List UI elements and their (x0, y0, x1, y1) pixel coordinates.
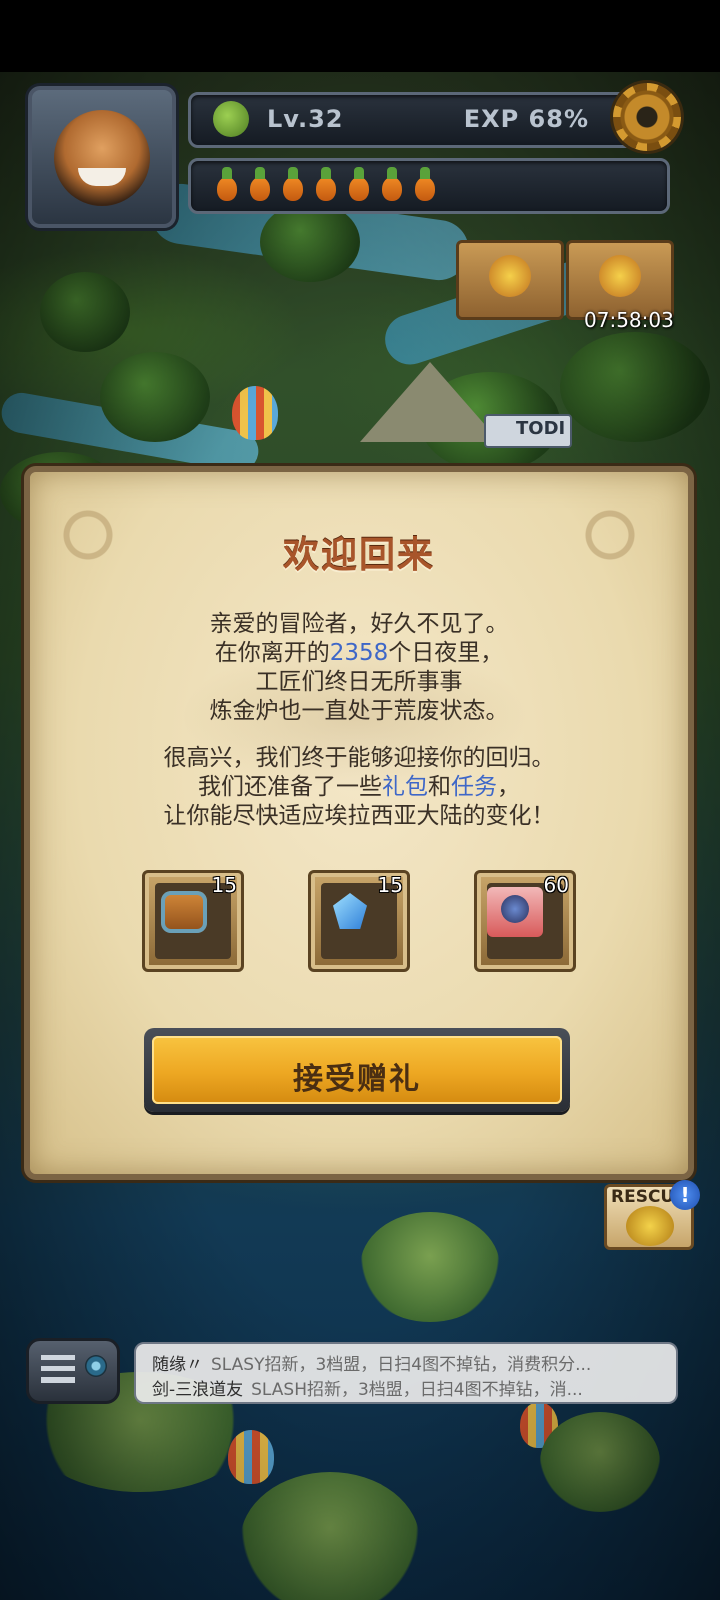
dialog-title: 欢迎回来 (282, 535, 435, 576)
gift-count: 15 (211, 873, 237, 897)
event-timer: 07:58:03 (584, 308, 674, 332)
welcome-back-dialog: 欢迎回来 亲爱的冒险者，好久不见了。 在你离开的2358个日夜里， 工匠们终日无… (24, 466, 694, 1180)
chat-menu-button[interactable] (26, 1338, 120, 1404)
rescue-mascot-icon (626, 1206, 674, 1246)
gift-pack-highlight: 礼包 (382, 774, 428, 800)
task-highlight: 任务 (451, 774, 497, 800)
carrot-icon (411, 167, 439, 201)
message-text: ， (497, 774, 520, 800)
leaf-icon (213, 101, 249, 137)
rescue-label: RESCU (611, 1187, 675, 1207)
todo-label: TODI (516, 418, 566, 439)
message-line: 炼金炉也一直处于荒废状态。 (209, 698, 509, 724)
gift-item-puzzle[interactable]: 60 (474, 870, 576, 972)
message-text: 在你离开的 (214, 640, 330, 666)
message-line: 让你能尽快适应埃拉西亚大陆的变化！ (163, 803, 555, 829)
accept-gift-button[interactable]: 接受赠礼 (144, 1028, 570, 1112)
chat-bubble-icon (85, 1355, 107, 1377)
level-exp-bar: Lv.32 EXP 68% (188, 83, 681, 151)
message-line: 工匠们终日无所事事 (255, 669, 463, 695)
chat-text: SLASY招新，3档盟，日扫4图不掉钻，消费积分... (211, 1355, 592, 1375)
alert-icon: ! (670, 1180, 700, 1210)
backpack-icon (161, 891, 207, 933)
message-line: 我们还准备了一些礼包和任务， (30, 773, 688, 802)
chat-preview-panel[interactable]: 随缘〃 SLASY招新，3档盟，日扫4图不掉钻，消费积分... 剑-三浪道友 SLA… (134, 1342, 678, 1404)
menu-lines-icon (41, 1355, 75, 1383)
treasure-chest-icon (599, 255, 641, 297)
welcome-message-paragraph-1: 亲爱的冒险者，好久不见了。 在你离开的2358个日夜里， 工匠们终日无所事事 炼… (30, 610, 688, 726)
stamina-carrots (213, 167, 439, 201)
player-level: Lv.32 (267, 105, 344, 133)
chat-sender: 随缘〃 (152, 1355, 203, 1375)
message-text: 和 (428, 774, 451, 800)
player-avatar[interactable] (28, 86, 176, 228)
carrot-icon (378, 167, 406, 201)
welcome-message-paragraph-2: 很高兴，我们终于能够迎接你的回归。 我们还准备了一些礼包和任务， 让你能尽快适应… (30, 744, 688, 831)
chat-message: 随缘〃 SLASY招新，3档盟，日扫4图不掉钻，消费积分... (152, 1350, 591, 1375)
event-board-left[interactable] (456, 240, 564, 320)
carrot-icon (312, 167, 340, 201)
todo-sign[interactable]: TODI (484, 414, 572, 448)
exp-percent: EXP 68% (463, 105, 589, 133)
settings-gear-icon[interactable] (613, 83, 681, 151)
accept-button-label: 接受赠礼 (293, 1062, 421, 1097)
message-line: 亲爱的冒险者，好久不见了。 (209, 611, 509, 637)
gift-item-crystal[interactable]: 15 (308, 870, 410, 972)
chat-sender: 剑-三浪道友 (152, 1380, 244, 1400)
message-text: 我们还准备了一些 (198, 774, 382, 800)
puzzle-piece-icon (487, 887, 543, 937)
accept-button-face: 接受赠礼 (152, 1036, 562, 1104)
days-away-count: 2358 (329, 640, 389, 666)
carrot-icon (246, 167, 274, 201)
avatar-portrait (54, 110, 150, 206)
carrot-icon (213, 167, 241, 201)
message-line: 很高兴，我们终于能够迎接你的回归。 (163, 745, 555, 771)
gift-count: 60 (543, 873, 569, 897)
crown-emblem-icon (489, 255, 531, 297)
carrot-icon (279, 167, 307, 201)
message-line: 在你离开的2358个日夜里， (30, 639, 688, 668)
carrot-icon (345, 167, 373, 201)
chat-text: SLASH招新，3档盟，日扫4图不掉钻，消... (251, 1380, 583, 1400)
chat-message: 剑-三浪道友 SLASH招新，3档盟，日扫4图不掉钻，消... (152, 1375, 583, 1400)
message-text: 个日夜里， (388, 640, 504, 666)
gift-item-backpack[interactable]: 15 (142, 870, 244, 972)
stamina-bar[interactable] (188, 158, 670, 214)
gift-count: 15 (377, 873, 403, 897)
